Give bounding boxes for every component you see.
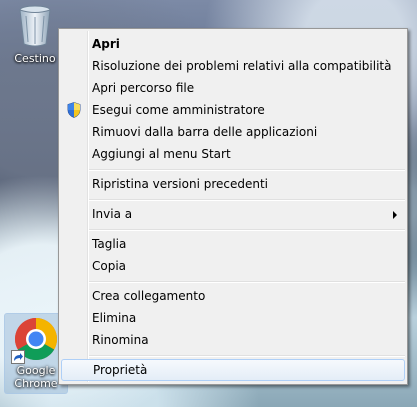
shortcut-arrow-icon: [11, 350, 25, 364]
menu-item-send-to-label: Invia a: [92, 207, 133, 221]
menu-item-rename[interactable]: Rinomina: [61, 329, 405, 351]
menu-item-troubleshoot-compatibility[interactable]: Risoluzione dei problemi relativi alla c…: [61, 55, 405, 77]
menu-separator: [89, 199, 405, 201]
recycle-bin-icon: [19, 5, 51, 47]
recycle-bin-shortcut[interactable]: Cestino: [4, 2, 66, 65]
submenu-arrow-icon: [393, 211, 397, 219]
menu-separator: [89, 355, 405, 357]
desktop-background: Cestino Google Chrome Apri Risoluzione d…: [0, 0, 417, 407]
recycle-bin-label: Cestino: [14, 52, 56, 65]
menu-item-delete[interactable]: Elimina: [61, 307, 405, 329]
menu-item-run-as-admin-label: Esegui come amministratore: [92, 103, 265, 117]
menu-item-open[interactable]: Apri: [61, 33, 405, 55]
menu-separator: [89, 169, 405, 171]
menu-item-properties[interactable]: Proprietà: [61, 359, 405, 381]
chrome-icon: [11, 316, 59, 364]
menu-item-copy[interactable]: Copia: [61, 255, 405, 277]
menu-item-restore-previous-versions[interactable]: Ripristina versioni precedenti: [61, 173, 405, 195]
menu-item-create-shortcut[interactable]: Crea collegamento: [61, 285, 405, 307]
uac-shield-icon: [67, 102, 81, 118]
context-menu: Apri Risoluzione dei problemi relativi a…: [58, 28, 408, 385]
menu-item-cut[interactable]: Taglia: [61, 233, 405, 255]
menu-separator: [89, 281, 405, 283]
menu-item-unpin-taskbar[interactable]: Rimuovi dalla barra delle applicazioni: [61, 121, 405, 143]
menu-item-send-to[interactable]: Invia a: [61, 203, 405, 225]
menu-separator: [89, 229, 405, 231]
menu-item-open-file-location[interactable]: Apri percorso file: [61, 77, 405, 99]
menu-item-pin-start-menu[interactable]: Aggiungi al menu Start: [61, 143, 405, 165]
menu-item-run-as-admin[interactable]: Esegui come amministratore: [61, 99, 405, 121]
